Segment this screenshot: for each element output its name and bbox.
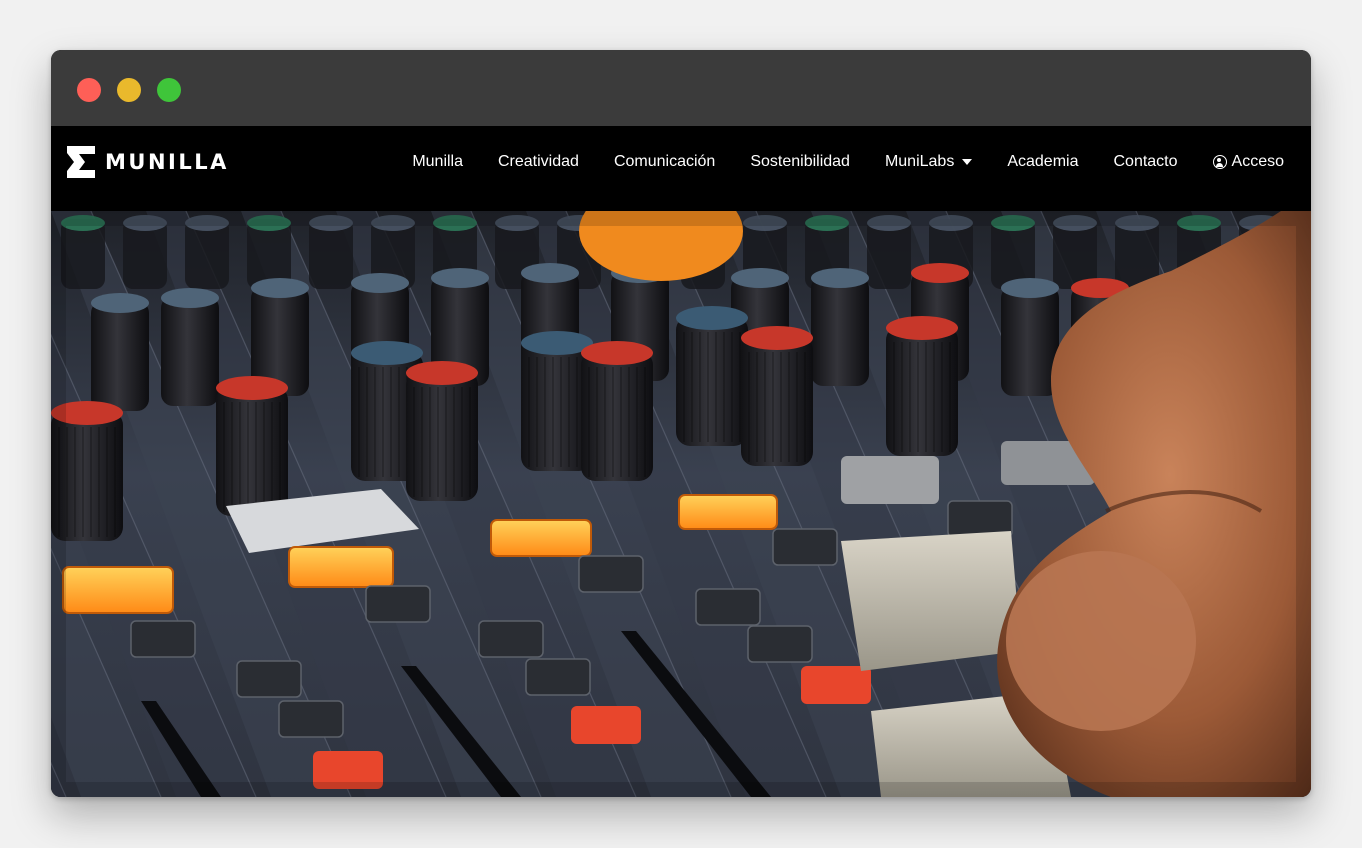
nav-label: Academia — [1007, 153, 1079, 170]
knob — [811, 276, 869, 386]
square-button — [695, 588, 761, 626]
pfl-button — [288, 546, 394, 588]
nav-item-sostenibilidad[interactable]: Sostenibilidad — [750, 153, 850, 171]
fader-cap-small — [841, 456, 939, 504]
thumb — [1006, 551, 1196, 731]
close-button[interactable] — [77, 78, 101, 102]
nav-label: Comunicación — [613, 153, 716, 170]
knob — [886, 326, 958, 456]
pfl-button — [678, 494, 778, 530]
nav-item-munilla[interactable]: Munilla — [412, 153, 463, 171]
knob-cap — [741, 326, 813, 350]
mixing-console-photo — [51, 211, 1311, 797]
knob — [161, 296, 219, 406]
pfl-button — [62, 566, 174, 614]
knob-cap — [811, 268, 869, 288]
knob-cap — [91, 293, 149, 313]
square-button — [578, 555, 644, 593]
square-button — [772, 528, 838, 566]
knob-cap — [161, 288, 219, 308]
square-button — [747, 625, 813, 663]
nav-label: MuniLabs — [884, 153, 955, 170]
brand-name: MUNILLA — [105, 150, 229, 174]
knob-cap — [911, 263, 969, 283]
knob-cap — [216, 376, 288, 400]
user-circle-icon — [1212, 155, 1227, 169]
square-button — [365, 585, 431, 623]
nav-label: Acceso — [1231, 153, 1284, 170]
knob — [741, 336, 813, 466]
main-nav: Munilla Creatividad Comunicación Sosteni… — [412, 152, 1284, 172]
mute-button — [801, 666, 871, 704]
square-button — [478, 620, 544, 658]
zoom-button[interactable] — [157, 78, 181, 102]
knob-cap — [676, 306, 748, 330]
knob-cap — [351, 273, 409, 293]
knob — [1001, 286, 1059, 396]
sigma-icon — [67, 146, 95, 178]
knob-cap — [886, 316, 958, 340]
nav-item-creatividad[interactable]: Creatividad — [498, 153, 579, 171]
nav-item-comunicacion[interactable]: Comunicación — [614, 153, 715, 171]
knob — [581, 351, 653, 481]
square-button — [525, 658, 591, 696]
knob-cap — [406, 361, 478, 385]
knob — [406, 371, 478, 501]
window-titlebar — [51, 50, 1311, 126]
hero-image — [51, 211, 1311, 797]
site-header: MUNILLA Munilla Creatividad Comunicación… — [51, 126, 1311, 211]
square-button — [278, 700, 344, 738]
knob — [91, 301, 149, 411]
nav-item-acceso[interactable]: Acceso — [1212, 153, 1284, 171]
fader-cap — [841, 531, 1021, 671]
square-button — [236, 660, 302, 698]
nav-label: Sostenibilidad — [750, 153, 850, 170]
minimize-button[interactable] — [117, 78, 141, 102]
nav-label: Contacto — [1113, 153, 1178, 170]
knob-cap — [521, 263, 579, 283]
knob-cap — [351, 341, 423, 365]
knob — [216, 386, 288, 516]
square-button — [130, 620, 196, 658]
nav-label: Creatividad — [498, 153, 579, 170]
knob-cap — [731, 268, 789, 288]
knob-cap — [1001, 278, 1059, 298]
nav-item-academia[interactable]: Academia — [1007, 153, 1078, 171]
nav-label: Munilla — [412, 153, 463, 170]
brand-logo[interactable]: MUNILLA — [65, 143, 229, 181]
knob-cap — [431, 268, 489, 288]
nav-item-contacto[interactable]: Contacto — [1113, 153, 1177, 171]
pfl-button — [490, 519, 592, 557]
knob — [676, 316, 748, 446]
nav-item-munilabs[interactable]: MuniLabs — [884, 153, 973, 171]
browser-window: MUNILLA Munilla Creatividad Comunicación… — [51, 50, 1311, 797]
knob-cap — [251, 278, 309, 298]
caret-down-icon — [962, 159, 973, 165]
knob-cap — [581, 341, 653, 365]
mute-button — [571, 706, 641, 744]
